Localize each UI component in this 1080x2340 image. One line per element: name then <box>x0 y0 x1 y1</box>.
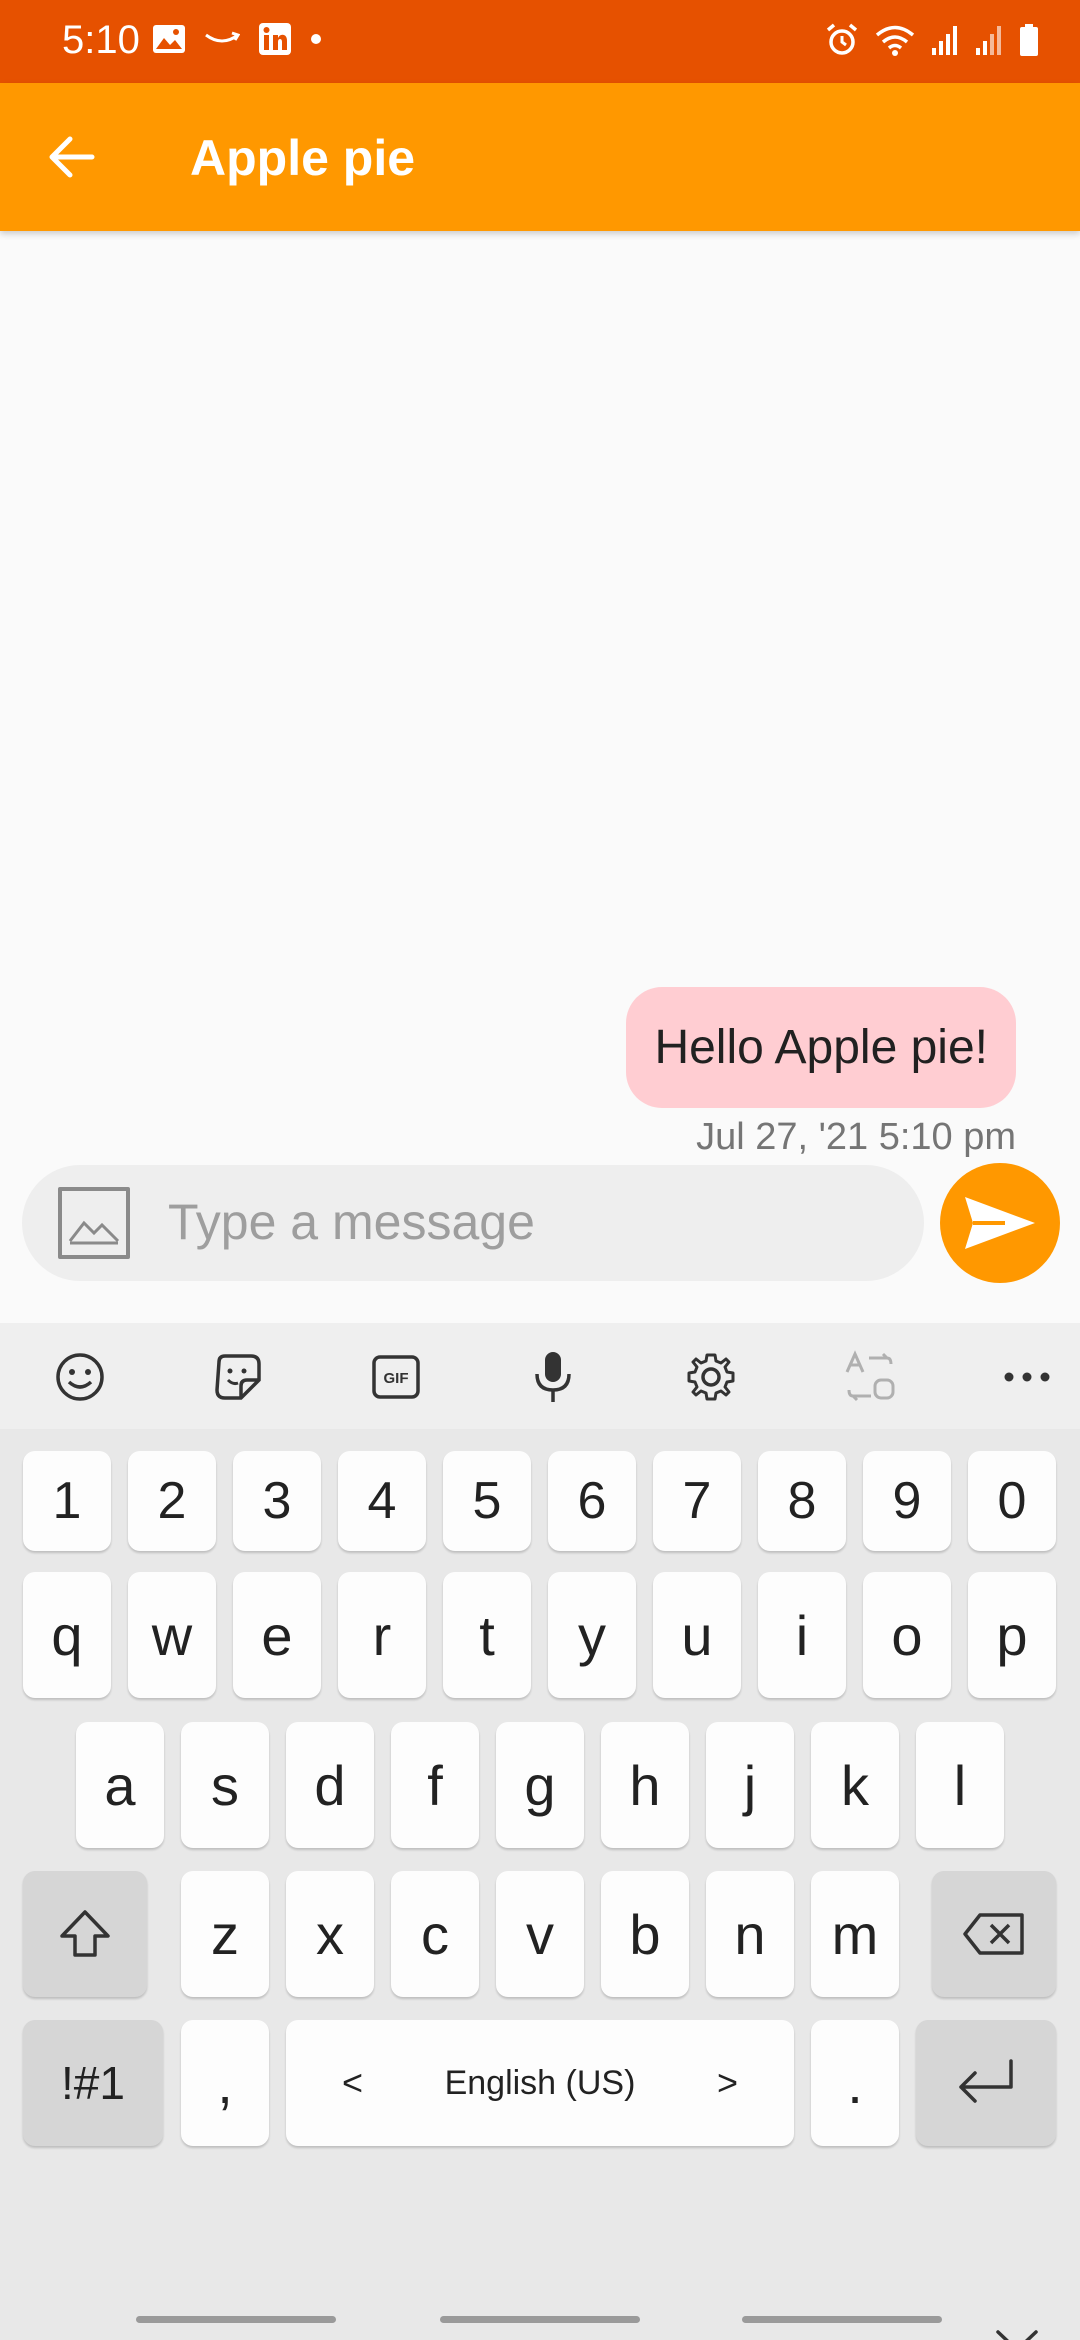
key-n[interactable]: n <box>706 1871 794 1997</box>
key-j[interactable]: j <box>706 1722 794 1848</box>
key-c[interactable]: c <box>391 1871 479 1997</box>
key-y[interactable]: y <box>548 1572 636 1698</box>
key-s[interactable]: s <box>181 1722 269 1848</box>
navigation-bar <box>0 2300 1080 2340</box>
space-prev-language: < <box>342 2062 364 2103</box>
key-l[interactable]: l <box>916 1722 1004 1848</box>
chat-area[interactable]: Hello Apple pie! Jul 27, '21 5:10 pm <box>0 231 1080 1324</box>
key-1[interactable]: 1 <box>23 1451 111 1551</box>
gif-button[interactable]: GIF <box>369 1350 423 1404</box>
key-r[interactable]: r <box>338 1572 426 1698</box>
image-icon <box>68 1220 120 1245</box>
linkedin-icon <box>259 23 291 55</box>
key-e[interactable]: e <box>233 1572 321 1698</box>
gif-label: GIF <box>384 1370 409 1387</box>
keyboard-toolbar: GIF <box>0 1323 1080 1429</box>
key-d[interactable]: d <box>286 1722 374 1848</box>
key-v[interactable]: v <box>496 1871 584 1997</box>
status-left-icons <box>152 22 322 56</box>
emoji-icon <box>56 1353 104 1401</box>
backspace-icon <box>963 1913 1024 1955</box>
dot-icon <box>311 34 321 44</box>
symbols-key[interactable]: !#1 <box>23 2020 163 2146</box>
signal-icon <box>976 26 1001 55</box>
battery-icon <box>1020 24 1038 56</box>
back-arrow-icon <box>49 136 95 178</box>
alarm-icon <box>826 23 858 55</box>
send-icon <box>965 1197 1035 1249</box>
key-x[interactable]: x <box>286 1871 374 1997</box>
message-input-container[interactable]: Type a message <box>22 1165 924 1281</box>
key-t[interactable]: t <box>443 1572 531 1698</box>
page-title: Apple pie <box>190 130 416 186</box>
key-4[interactable]: 4 <box>338 1451 426 1551</box>
mic-icon <box>535 1352 571 1402</box>
key-o[interactable]: o <box>863 1572 951 1698</box>
send-button[interactable] <box>940 1163 1060 1283</box>
comma-key[interactable]: , <box>181 2020 269 2146</box>
amazon-icon <box>205 31 240 43</box>
key-5[interactable]: 5 <box>443 1451 531 1551</box>
more-button[interactable] <box>1000 1350 1054 1404</box>
key-p[interactable]: p <box>968 1572 1056 1698</box>
keyboard: GIF 1 2 3 4 5 6 7 8 9 0 q w e r t y u i … <box>0 1323 1080 2340</box>
settings-icon <box>687 1353 735 1401</box>
wifi-icon <box>875 25 915 56</box>
space-language-label: English (US) <box>444 2063 636 2102</box>
voice-input-button[interactable] <box>526 1350 580 1404</box>
more-icon <box>1004 1372 1050 1382</box>
status-bar: 5:10 <box>0 0 1080 83</box>
emoji-button[interactable] <box>53 1350 107 1404</box>
key-0[interactable]: 0 <box>968 1451 1056 1551</box>
gif-icon: GIF <box>372 1355 420 1399</box>
key-b[interactable]: b <box>601 1871 689 1997</box>
key-a[interactable]: a <box>76 1722 164 1848</box>
key-i[interactable]: i <box>758 1572 846 1698</box>
status-time: 5:10 <box>62 18 140 62</box>
signal-icon <box>932 26 957 55</box>
key-7[interactable]: 7 <box>653 1451 741 1551</box>
nav-recents-handle[interactable] <box>136 2316 336 2323</box>
key-k[interactable]: k <box>811 1722 899 1848</box>
nav-back-handle[interactable] <box>742 2316 942 2323</box>
key-2[interactable]: 2 <box>128 1451 216 1551</box>
message-timestamp: Jul 27, '21 5:10 pm <box>696 1116 1016 1158</box>
translate-button[interactable] <box>843 1350 897 1404</box>
back-button[interactable] <box>42 127 102 187</box>
key-g[interactable]: g <box>496 1722 584 1848</box>
shift-icon <box>60 1910 110 1957</box>
enter-icon <box>959 2059 1013 2103</box>
attach-image-button[interactable] <box>58 1187 130 1259</box>
key-6[interactable]: 6 <box>548 1451 636 1551</box>
key-w[interactable]: w <box>128 1572 216 1698</box>
key-u[interactable]: u <box>653 1572 741 1698</box>
key-f[interactable]: f <box>391 1722 479 1848</box>
period-key[interactable]: . <box>811 2020 899 2146</box>
gallery-icon <box>153 25 185 53</box>
key-3[interactable]: 3 <box>233 1451 321 1551</box>
sticker-icon <box>215 1354 261 1400</box>
message-bubble[interactable]: Hello Apple pie! <box>626 987 1016 1108</box>
message-input[interactable]: Type a message <box>168 1193 535 1251</box>
translate-icon <box>845 1350 895 1402</box>
key-8[interactable]: 8 <box>758 1451 846 1551</box>
status-right-icons <box>824 22 1040 58</box>
space-key[interactable]: < English (US) > <box>286 2020 794 2146</box>
key-z[interactable]: z <box>181 1871 269 1997</box>
backspace-key[interactable] <box>932 1871 1056 1997</box>
shift-key[interactable] <box>23 1871 147 1997</box>
key-q[interactable]: q <box>23 1572 111 1698</box>
keyboard-settings-button[interactable] <box>684 1350 738 1404</box>
message-text: Hello Apple pie! <box>654 1021 988 1074</box>
space-next-language: > <box>716 2062 738 2103</box>
nav-home-handle[interactable] <box>440 2316 640 2323</box>
key-9[interactable]: 9 <box>863 1451 951 1551</box>
sticker-button[interactable] <box>211 1350 265 1404</box>
key-m[interactable]: m <box>811 1871 899 1997</box>
app-bar: Apple pie <box>0 83 1080 231</box>
enter-key[interactable] <box>916 2020 1056 2146</box>
key-h[interactable]: h <box>601 1722 689 1848</box>
